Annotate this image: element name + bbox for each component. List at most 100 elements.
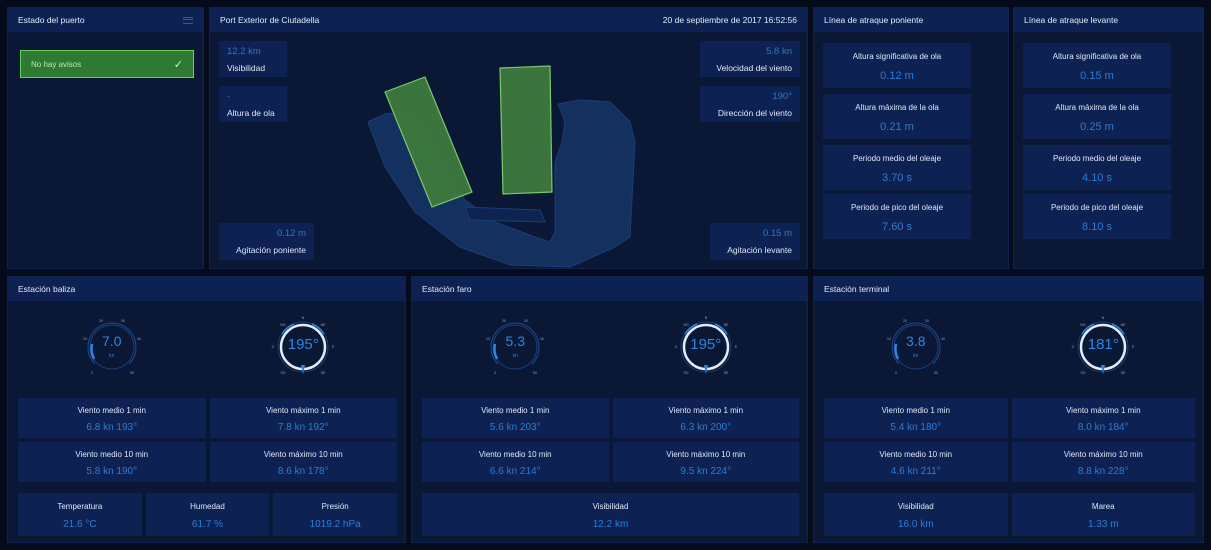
bottom-item: Humedad 61.7 % — [145, 493, 270, 536]
panel-port-map: Port Exterior de Ciutadella 20 de septie… — [209, 7, 808, 269]
item-value: 3.70 s — [882, 172, 912, 184]
item-value: 0.25 m — [1080, 121, 1114, 133]
item-label: Temperatura — [57, 502, 103, 511]
item-value: 0.12 m — [880, 70, 914, 82]
item-label: Altura máxima de la ola — [1055, 103, 1139, 112]
item-value: 16.0 km — [897, 519, 934, 530]
item-value: 6.8 kn 193° — [86, 422, 138, 433]
dir-viento-label: Dirección del viento — [717, 108, 792, 118]
item-label: Humedad — [190, 502, 225, 511]
gauge-tick-label: SO — [281, 371, 286, 375]
wind-item: Viento medio 1 min 5.4 kn 180° — [824, 398, 1008, 438]
gauge-tick-label: NO — [1081, 323, 1087, 327]
item-value: 61.7 % — [191, 519, 224, 530]
vel-viento-label: Velocidad del viento — [716, 63, 792, 73]
gauge-tick-label: SE — [723, 371, 728, 375]
poniente-item-2: Periodo medio del oleaje 3.70 s — [823, 145, 971, 190]
panel-title: Estación terminal — [824, 284, 890, 294]
wind-speed-value: 3.8 — [906, 333, 926, 349]
altura-ola-box: - Altura de ola — [219, 86, 287, 122]
gauge-tick-label: 50 — [130, 371, 134, 375]
check-icon: ✓ — [173, 58, 183, 71]
altura-ola-label: Altura de ola — [227, 108, 275, 118]
item-label: Viento medio 10 min — [478, 450, 552, 459]
item-value: 8.6 kn 178° — [277, 466, 329, 477]
item-label: Viento medio 1 min — [77, 406, 146, 415]
dir-viento-value: 190° — [772, 91, 792, 102]
item-label: Viento máximo 10 min — [666, 450, 746, 459]
item-value: 6.6 kn 214° — [489, 466, 541, 477]
wind-item: Viento medio 1 min 6.8 kn 193° — [18, 398, 206, 438]
item-value: 4.10 s — [1082, 172, 1112, 184]
panel-header: Port Exterior de Ciutadella 20 de septie… — [210, 8, 807, 32]
wind-speed-gauge: 20 30 10 40 0 50 7.0 kn — [79, 314, 145, 380]
wind-speed-value: 7.0 — [102, 333, 122, 349]
agit-poniente-value: 0.12 m — [276, 228, 306, 239]
item-value: 1.33 m — [1087, 519, 1119, 530]
gauge-tick-label: SE — [1121, 371, 1126, 375]
item-label: Viento máximo 1 min — [265, 406, 341, 415]
item-label: Viento medio 1 min — [481, 406, 550, 415]
item-label: Altura máxima de la ola — [855, 103, 939, 112]
gauge-tick-label: 0 — [494, 371, 496, 375]
gauge-tick-label: SE — [321, 371, 326, 375]
wind-speed-gauge: 20 30 10 40 0 50 5.3 kn — [482, 314, 548, 380]
item-value: 0.21 m — [880, 121, 914, 133]
item-label: Altura significativa de ola — [1052, 52, 1142, 61]
status-alert[interactable]: No hay avisos ✓ — [20, 50, 194, 78]
altura-ola-value: - — [227, 91, 231, 102]
alert-text: No hay avisos — [31, 59, 82, 69]
panel-title: Línea de atraque levante — [1024, 15, 1119, 25]
vel-viento-box: 5.8 kn Velocidad del viento — [700, 41, 800, 77]
item-value: 8.10 s — [1082, 221, 1112, 233]
panel-header: Estación terminal — [814, 277, 1203, 301]
item-value: 21.6 °C — [63, 519, 97, 530]
gauge-tick-label: 50 — [934, 371, 938, 375]
gauge-tick-label: N — [302, 316, 305, 320]
wind-direction-gauge: N NO NE O E SO SE 195° — [673, 314, 739, 380]
item-label: Periodo medio del oleaje — [1052, 154, 1142, 163]
wind-item: Viento medio 10 min 4.6 kn 211° — [824, 442, 1008, 482]
item-label: Viento máximo 10 min — [263, 450, 343, 459]
item-value: 4.6 kn 211° — [890, 466, 941, 477]
panel-poniente: Línea de atraque poniente Altura signifi… — [813, 7, 1009, 269]
gauge-tick-label: SO — [1081, 371, 1086, 375]
item-value: 5.6 kn 203° — [489, 422, 541, 433]
gauge-tick-label: N — [1102, 316, 1105, 320]
gauge-tick-label: 0 — [91, 371, 93, 375]
agit-levante-box: 0.15 m Agitación levante — [710, 223, 800, 260]
gauge-tick-label: SO — [683, 371, 688, 375]
poniente-item-3: Periodo de pico del oleaje 7.60 s — [823, 194, 971, 239]
agit-levante-label: Agitación levante — [727, 245, 792, 255]
bottom-item: Temperatura 21.6 °C — [18, 493, 142, 536]
item-label: Presión — [321, 502, 349, 511]
gauge-tick-label: N — [704, 316, 707, 320]
gauge-tick-label: NE — [321, 323, 327, 327]
gauge-tick-label: 30 — [121, 319, 125, 323]
gauge-tick-label: 50 — [533, 371, 537, 375]
item-value: 7.60 s — [882, 221, 912, 233]
agit-levante-value: 0.15 m — [762, 228, 792, 239]
wind-speed-gauge: 20 30 10 40 0 50 3.8 kn — [883, 314, 949, 380]
wind-direction-value: 195° — [690, 336, 722, 353]
item-label: Viento medio 1 min — [881, 406, 950, 415]
wind-item: Viento máximo 10 min 8.8 kn 228° — [1011, 442, 1195, 482]
dir-viento-box: 190° Dirección del viento — [700, 86, 800, 122]
menu-icon[interactable] — [183, 16, 193, 24]
levante-item-0: Altura significativa de ola 0.15 m — [1023, 43, 1171, 88]
panel-title: Estación faro — [422, 284, 472, 294]
bottom-item: Marea 1.33 m — [1011, 493, 1195, 536]
wind-speed-value: 5.3 — [505, 333, 525, 349]
visibilidad-value: 12.2 km — [227, 46, 261, 57]
item-label: Periodo de pico del oleaje — [1050, 203, 1144, 212]
item-label: Viento máximo 10 min — [1063, 450, 1143, 459]
wind-item: Viento máximo 10 min 9.5 kn 224° — [612, 442, 799, 482]
panel-title: Port Exterior de Ciutadella — [220, 15, 320, 25]
levante-item-3: Periodo de pico del oleaje 8.10 s — [1023, 194, 1171, 239]
berth-levante — [499, 65, 553, 195]
gauge-tick-label: NE — [1121, 323, 1127, 327]
item-value: 7.8 kn 192° — [277, 422, 329, 433]
agit-poniente-box: 0.12 m Agitación poniente — [219, 223, 314, 260]
item-label: Marea — [1091, 502, 1115, 511]
gauge-tick-label: 30 — [925, 319, 929, 323]
